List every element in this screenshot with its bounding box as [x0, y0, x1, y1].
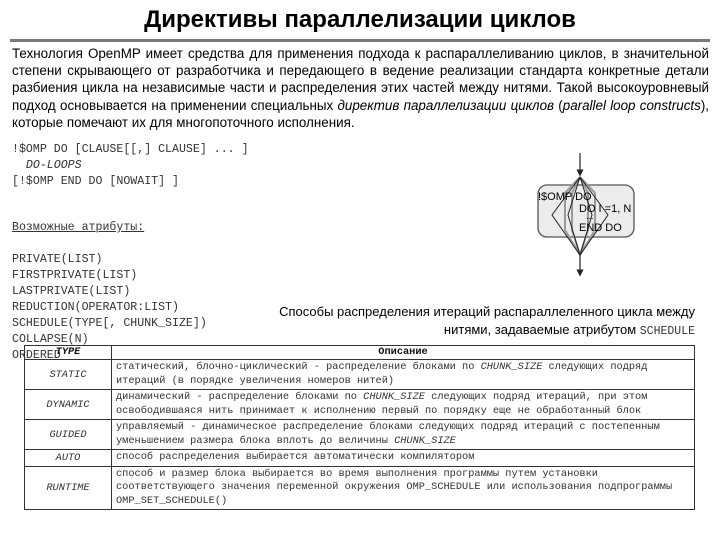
intro-term-english: parallel loop constructs [562, 97, 701, 113]
header-description: Описание [111, 345, 695, 360]
loop-parallel-diagram: !$OMP DO DO I =1, N ... END DO [537, 153, 635, 277]
schedule-description-cell: способ и размер блока выбирается во врем… [111, 465, 695, 510]
attribute-item: LASTPRIVATE(LIST) [12, 285, 131, 298]
table-row: STATIC статический, блочно-циклический - … [24, 359, 695, 390]
schedule-type-cell: RUNTIME [24, 465, 112, 510]
schedule-type-cell: DYNAMIC [24, 389, 112, 420]
schedule-description-cell: статический, блочно-циклический - распре… [111, 359, 695, 390]
syntax-line-loops: DO-LOOPS [12, 159, 82, 172]
table-row: AUTO способ распределения выбирается авто… [24, 449, 695, 467]
diagram-label-end: END DO [579, 222, 622, 234]
chunk-size-term: CHUNK_SIZE [394, 434, 456, 447]
attribute-item: SCHEDULE(TYPE[, CHUNK_SIZE]) [12, 317, 207, 330]
schedule-description-cell: способ распределения выбирается автомати… [111, 449, 695, 467]
schedule-description-cell: управляемый - динамическое распределение… [111, 419, 695, 450]
schedule-type-cell: AUTO [24, 449, 112, 467]
table-row: RUNTIME способ и размер блока выбирается … [24, 465, 695, 510]
schedule-description-cell: динамический - распределение блоками по … [111, 389, 695, 420]
attributes-heading: Возможные атрибуты: [12, 221, 145, 234]
schedule-type-cell: GUIDED [24, 419, 112, 450]
attribute-item: FIRSTPRIVATE(LIST) [12, 269, 138, 282]
intro-text-2: ( [554, 97, 563, 113]
page-title: Директивы параллелизации циклов [144, 6, 576, 33]
chunk-size-term: CHUNK_SIZE [480, 361, 543, 373]
chunk-size-term: CHUNK_SIZE [363, 391, 425, 403]
intro-term-directives: директив параллелизации циклов [337, 97, 555, 113]
header-type: TYPE [24, 345, 112, 360]
table-body: STATIC статический, блочно-циклический - … [24, 359, 695, 510]
syntax-line-directive: !$OMP DO [CLAUSE[[,] CLAUSE] ... ] [12, 143, 249, 156]
syntax-line-end: [!$OMP END DO [NOWAIT] ] [12, 175, 179, 188]
caption-schedule-keyword: SCHEDULE [639, 324, 695, 338]
table-row: DYNAMIC динамический - распределение блок… [24, 389, 695, 420]
syntax-block: !$OMP DO [CLAUSE[[,] CLAUSE] ... ] DO-LO… [12, 142, 249, 190]
title-divider [10, 39, 710, 42]
attribute-item: REDUCTION(OPERATOR:LIST) [12, 301, 179, 314]
table-caption: Способы распределения итераций распаралл… [240, 303, 695, 340]
schedule-type-cell: STATIC [24, 359, 112, 390]
diagram-label-dots: ... [586, 211, 594, 221]
table-header-row: TYPE Описание [24, 345, 695, 360]
table-row: GUIDED управляемый - динамическое распред… [24, 419, 695, 450]
caption-text: Способы распределения итераций распаралл… [279, 304, 695, 337]
schedule-table: TYPE Описание STATIC статический, блочно-… [24, 345, 695, 510]
attribute-item: PRIVATE(LIST) [12, 253, 103, 266]
diagram-label-directive: !$OMP DO [538, 191, 592, 203]
intro-paragraph: Технология OpenMP имеет средства для при… [12, 45, 709, 131]
